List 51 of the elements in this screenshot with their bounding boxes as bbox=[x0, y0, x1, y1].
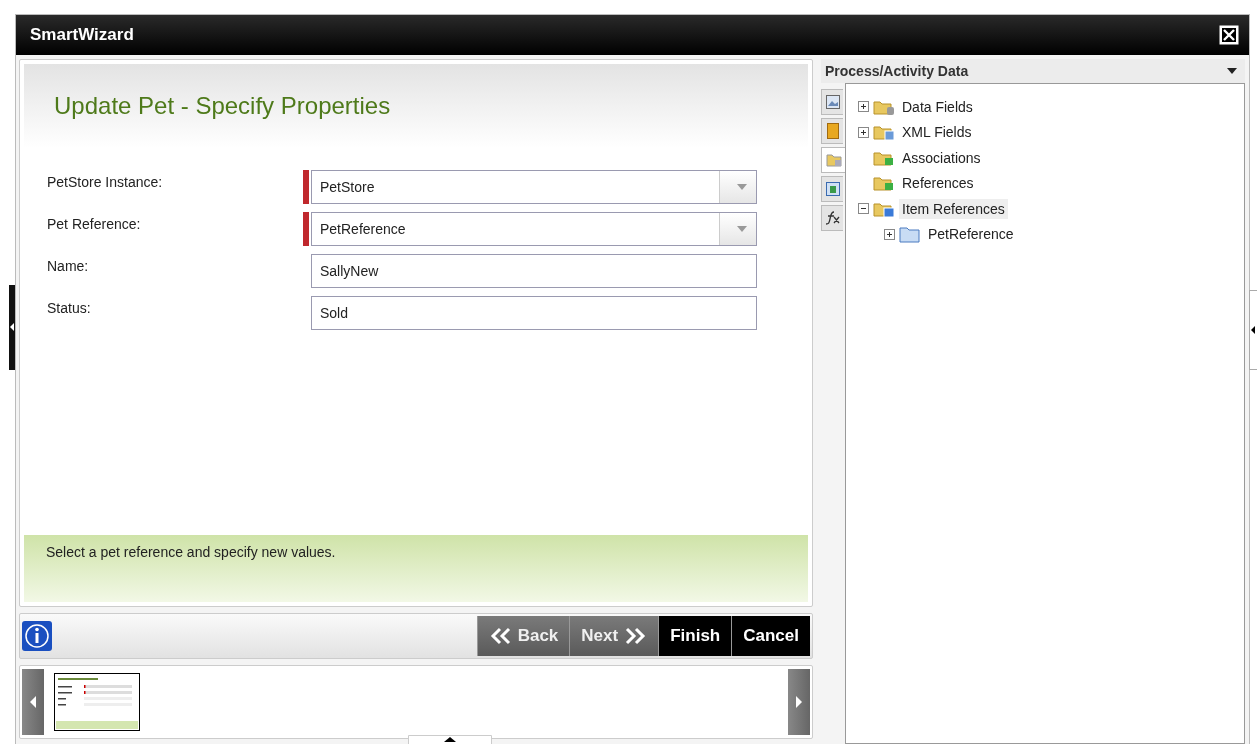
scroll-left-button[interactable] bbox=[22, 669, 44, 735]
caret-left-icon bbox=[30, 696, 36, 708]
expand-icon[interactable] bbox=[858, 126, 869, 138]
dropdown-field[interactable]: PetStore bbox=[311, 170, 757, 204]
caret-icon bbox=[737, 226, 747, 232]
collapse-icon[interactable] bbox=[858, 203, 869, 215]
tree-item[interactable]: PetReference bbox=[925, 224, 1017, 245]
scroll-right-button[interactable] bbox=[788, 669, 810, 735]
caret-right-icon bbox=[796, 696, 802, 708]
field-label: Name: bbox=[47, 257, 90, 276]
close-icon[interactable] bbox=[1219, 25, 1239, 45]
side-tab[interactable] bbox=[821, 205, 843, 231]
expand-tab[interactable] bbox=[408, 735, 492, 744]
side-tab[interactable] bbox=[821, 89, 843, 115]
dropdown-field[interactable]: PetReference bbox=[311, 212, 757, 246]
tree-item[interactable]: Associations bbox=[899, 147, 984, 168]
next-button[interactable]: Next bbox=[569, 616, 659, 656]
caret-icon bbox=[737, 184, 747, 190]
page-thumbnail[interactable] bbox=[54, 673, 140, 731]
expand-handle[interactable] bbox=[1249, 290, 1257, 370]
tree-item[interactable]: Item References bbox=[899, 198, 1008, 219]
wizard-button[interactable]: Cancel bbox=[731, 616, 810, 656]
window-title: SmartWizard bbox=[30, 25, 134, 45]
field-label: PetStore Instance: bbox=[47, 173, 164, 192]
tree-item[interactable]: References bbox=[899, 173, 977, 194]
field-label: Status: bbox=[47, 299, 92, 318]
wizard-button[interactable]: Finish bbox=[658, 616, 732, 656]
expand-icon[interactable] bbox=[884, 228, 895, 240]
double-chevron-icon bbox=[488, 627, 513, 645]
xml-folder-icon bbox=[873, 123, 895, 142]
help-text-bar: Select a pet reference and specify new values. bbox=[24, 535, 808, 602]
folder-icon bbox=[826, 153, 842, 167]
back-button[interactable]: Back bbox=[476, 616, 570, 656]
info-icon[interactable] bbox=[22, 621, 52, 651]
input-field[interactable]: Sold bbox=[311, 296, 757, 330]
book-icon bbox=[826, 123, 839, 139]
double-chevron-icon bbox=[623, 627, 648, 645]
folder-icon bbox=[899, 225, 921, 244]
tree-item[interactable]: XML Fields bbox=[899, 122, 975, 143]
side-tab[interactable] bbox=[821, 176, 843, 202]
sheet-icon bbox=[825, 182, 840, 196]
expand-icon[interactable] bbox=[858, 101, 869, 113]
input-field[interactable]: SallyNew bbox=[311, 254, 757, 288]
page-heading: Update Pet - Specify Properties bbox=[54, 92, 391, 120]
tree-item[interactable]: Data Fields bbox=[899, 96, 976, 117]
image-icon bbox=[825, 95, 840, 109]
caret-icon[interactable] bbox=[1227, 68, 1237, 74]
panel-title: Process/Activity Data bbox=[825, 63, 969, 79]
folder-icon bbox=[873, 174, 895, 193]
field-label: Pet Reference: bbox=[47, 215, 142, 234]
function-icon bbox=[824, 211, 841, 225]
